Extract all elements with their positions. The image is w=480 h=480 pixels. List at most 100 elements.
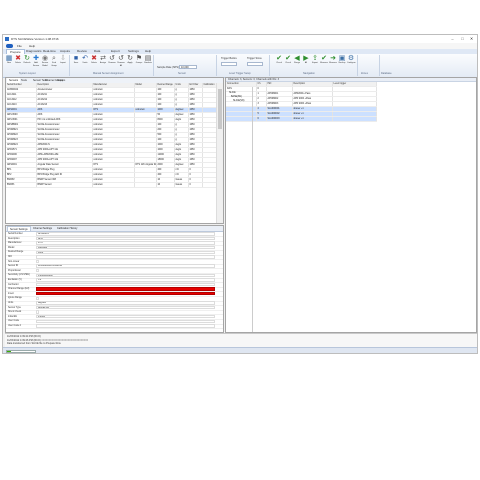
cell-description: BSRP Sensor: [36, 182, 93, 188]
channel-tree: DAS SLICE BASE(SN) SLICE(SN): [226, 87, 253, 332]
property-value[interactable]: unknown: [36, 246, 215, 250]
properties-tab-channel-settings[interactable]: Channel Settings: [31, 226, 54, 231]
property-value[interactable]: [36, 324, 215, 328]
property-value[interactable]: AP008001: [36, 232, 215, 236]
check-icon: ✔: [276, 55, 282, 62]
groups-button[interactable]: ⚑ Groups: [135, 55, 143, 71]
property-value[interactable]: deg/sec: [36, 301, 215, 305]
properties-tab-sensor-settings[interactable]: Sensor Settings: [7, 226, 31, 231]
button-label: Assign: [99, 62, 106, 64]
property-value[interactable]: Bridge/SW: [36, 305, 215, 310]
property-label: Model: [8, 246, 15, 249]
simulate-button[interactable]: ▤ Simulate: [144, 55, 152, 71]
property-value[interactable]: [36, 259, 39, 264]
find-group-button[interactable]: ⌕ Find Group: [50, 55, 58, 71]
button-label: Save: [73, 62, 79, 64]
import-button[interactable]: ⇩ Import: [59, 55, 67, 71]
button-label: Refresh: [23, 62, 31, 64]
property-label: Non-Linear: [8, 260, 20, 263]
menu-file[interactable]: File: [17, 44, 22, 48]
button-label: All: [304, 62, 308, 64]
scrollbar-thumb[interactable]: [218, 89, 222, 129]
button-label: Backup: [338, 62, 346, 64]
export-icon: ⇪: [312, 55, 318, 62]
property-value[interactable]: [36, 287, 215, 291]
property-label: Units: [8, 302, 14, 304]
assign-button[interactable]: ⇄ Assign: [99, 55, 107, 71]
add-sensor-button[interactable]: ✚ Add Sensor: [32, 55, 40, 71]
measure-nav-button[interactable]: ✔ Measure: [320, 55, 328, 71]
property-value[interactable]: APR: [36, 236, 215, 241]
cell-eu-filter: 0: [188, 182, 203, 188]
apply-button[interactable]: ↻ Apply: [126, 55, 134, 71]
undo-button[interactable]: ↶ Undo: [81, 55, 89, 71]
check-nav-button[interactable]: ✔ Check: [284, 55, 292, 71]
property-value[interactable]: [36, 296, 39, 301]
property-label: Invert: [8, 292, 14, 295]
export-nav-button[interactable]: ⇪ Export: [311, 55, 319, 71]
configure-nav-button[interactable]: ⚙ Configure: [347, 55, 356, 71]
property-label: Initial EU: [8, 315, 18, 318]
close-button[interactable]: ✕: [467, 36, 476, 42]
properties-panel: Sensor Settings Channel Settings Calibrati…: [5, 225, 224, 333]
property-value[interactable]: [36, 310, 39, 314]
trigger-since-input[interactable]: [247, 62, 263, 66]
property-label: Sensor Type: [8, 306, 21, 309]
group-separator: [216, 55, 217, 76]
property-value[interactable]: [36, 282, 215, 287]
new-button[interactable]: ▦ New: [5, 55, 13, 71]
remove-button[interactable]: ↺ Remove: [108, 55, 116, 71]
properties-tab-calibration-history[interactable]: Calibration History: [55, 226, 79, 231]
backup-nav-button[interactable]: ▣ Backup: [338, 55, 346, 71]
backup-icon: ▣: [338, 55, 346, 62]
check-nav-button[interactable]: ✔ Check: [275, 55, 283, 71]
property-label: Sensor ID: [8, 265, 19, 268]
sensor-model-icon: ◉: [41, 55, 49, 62]
log-line: Data transferred from SLICE file to Prep…: [7, 342, 61, 345]
sample-rate-input[interactable]: 10,000: [179, 65, 197, 69]
sensor-list-panel: Sensors Tests Sensor Tests Channel Groups Gr…: [5, 77, 224, 224]
property-value[interactable]: [36, 292, 215, 296]
range-nav-button[interactable]: ◀ Range: [293, 55, 301, 71]
button-label: Import: [60, 62, 66, 64]
window-title: DTS SLICEWare Version 1.08.0716: [11, 37, 59, 41]
measure-nav-button[interactable]: ➜ Measure: [329, 55, 337, 71]
channel-panel: Channels: 3, Sensors: 3, Channels with I…: [225, 77, 477, 333]
progress-fill: [7, 350, 12, 352]
delete-button[interactable]: ✖ Delete: [90, 55, 98, 71]
property-label: Channel Range (EU): [8, 288, 30, 291]
menu-help[interactable]: Help: [29, 44, 35, 48]
delete-button[interactable]: ✖ Delete: [14, 55, 22, 71]
all-nav-button[interactable]: ▶ All: [302, 55, 310, 71]
button-label: Export: [312, 62, 318, 64]
app-icon: [5, 37, 9, 41]
remove-all-button[interactable]: ↺ Remove All: [117, 55, 125, 71]
app-window: DTS SLICEWare Version 1.08.0716 – □ ✕ Fi…: [2, 34, 478, 354]
property-value[interactable]: 5.0: [36, 278, 215, 282]
group-label-manual-sensor-assignment: Manual Sensor Assignment: [93, 72, 124, 75]
property-value[interactable]: [36, 319, 215, 324]
application-menu-button[interactable]: [6, 44, 13, 48]
apply-icon: ↻: [127, 55, 133, 62]
refresh-button[interactable]: ↻ Refresh: [23, 55, 31, 71]
property-value[interactable]: 0.0000: [36, 315, 215, 319]
property-value[interactable]: FF0A00008A7A140010: [36, 264, 215, 268]
table-row[interactable]: BSRP1 BSRP Sensor unknown 10 Gauss 0: [6, 182, 220, 188]
cell-level-trigger: [332, 116, 377, 122]
property-value[interactable]: 0.0000000000: [36, 273, 215, 278]
group-label-navigation: Navigation: [303, 72, 315, 75]
property-value[interactable]: [36, 255, 215, 259]
sensor-model-button[interactable]: ◉ Sensor Model: [41, 55, 49, 71]
minimize-button[interactable]: –: [448, 36, 457, 42]
tree-node[interactable]: SLICE(SN): [226, 99, 252, 103]
property-value[interactable]: [36, 269, 39, 273]
sensor-table-scrollbar[interactable]: [216, 83, 223, 223]
cell-units: Gauss: [174, 182, 189, 188]
maximize-button[interactable]: □: [458, 36, 467, 42]
add-sensor-icon: ✚: [33, 55, 39, 62]
property-value[interactable]: 1000: [36, 250, 215, 255]
save-button[interactable]: ■ Save: [72, 55, 80, 71]
sample-rate-label: Sample Rate (SPS): [157, 66, 179, 69]
property-value[interactable]: DTS: [36, 241, 215, 245]
trigger-before-input[interactable]: [221, 62, 237, 66]
